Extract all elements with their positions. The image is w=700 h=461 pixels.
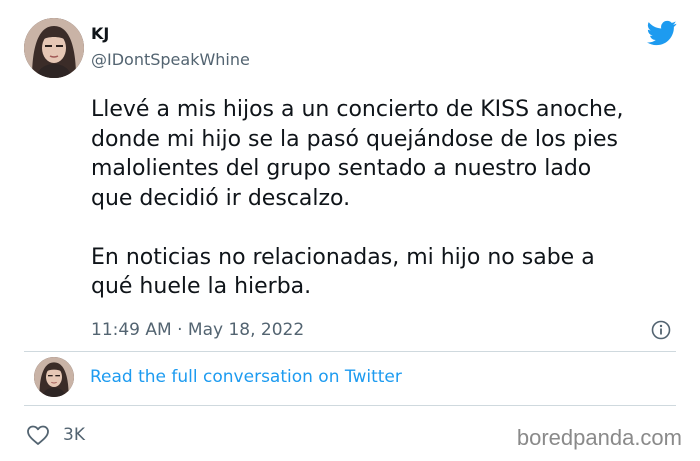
reply-avatar[interactable]: [34, 357, 74, 397]
author-handle[interactable]: @IDontSpeakWhine: [91, 50, 250, 69]
info-icon[interactable]: [651, 320, 671, 340]
read-conversation-link[interactable]: Read the full conversation on Twitter: [90, 367, 402, 387]
like-count: 3K: [63, 425, 85, 445]
author-name[interactable]: KJ: [91, 24, 109, 43]
divider: [24, 405, 676, 406]
avatar-image: [34, 357, 74, 397]
heart-icon[interactable]: [26, 424, 50, 446]
author-avatar[interactable]: [24, 18, 84, 78]
tweet-timestamp[interactable]: 11:49 AM · May 18, 2022: [91, 320, 304, 340]
tweet-text: Llevé a mis hijos a un concierto de KISS…: [91, 97, 624, 299]
twitter-bird-icon[interactable]: [646, 18, 678, 48]
avatar-image: [24, 18, 84, 78]
divider: [24, 351, 676, 352]
watermark: boredpanda.com: [516, 425, 682, 450]
